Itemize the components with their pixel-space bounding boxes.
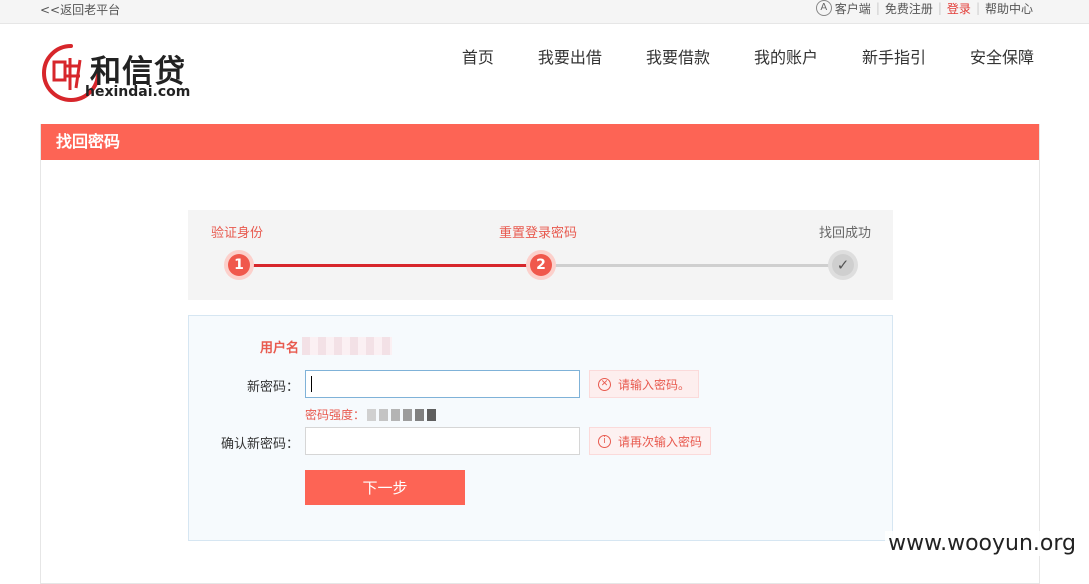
strength-bar <box>367 409 376 421</box>
back-to-old-platform-link[interactable]: <<返回老平台 <box>40 1 120 18</box>
progress-track-todo <box>553 264 843 267</box>
new-password-input[interactable] <box>305 370 580 398</box>
strength-bar <box>379 409 388 421</box>
step-1-marker: 1 <box>224 250 254 280</box>
step-label-success: 找回成功 <box>819 222 871 241</box>
divider: | <box>976 1 980 15</box>
nav-my-account[interactable]: 我的账户 <box>754 44 818 68</box>
step-label-verify: 验证身份 <box>211 222 263 241</box>
error-icon: ✕ <box>598 378 611 391</box>
step-number: 2 <box>530 254 552 276</box>
nav-home[interactable]: 首页 <box>462 44 494 68</box>
step-label-reset: 重置登录密码 <box>499 222 577 241</box>
logo-domain: hexindai.com <box>85 84 190 100</box>
help-center-link[interactable]: 帮助中心 <box>985 0 1033 17</box>
new-password-hint: ✕ 请输入密码。 <box>589 370 699 398</box>
strength-label: 密码强度： <box>305 406 365 423</box>
top-bar: <<返回老平台 A 客户端 | 免费注册 | 登录 | 帮助中心 <box>0 0 1089 24</box>
checkmark-icon: ✓ <box>832 254 854 276</box>
recover-password-panel: 找回密码 验证身份 重置登录密码 找回成功 1 2 ✓ 用户名 新密码： ✕ 请… <box>40 124 1040 584</box>
new-password-label: 新密码： <box>189 376 299 395</box>
info-icon: i <box>598 435 611 448</box>
reset-password-form: 用户名 新密码： ✕ 请输入密码。 密码强度： 确认新密码： i 请再次输入密码… <box>188 315 893 541</box>
strength-bar <box>391 409 400 421</box>
register-link[interactable]: 免费注册 <box>885 0 933 17</box>
watermark: www.wooyun.org <box>885 531 1079 556</box>
confirm-password-hint-text: 请再次输入密码 <box>618 433 702 450</box>
nav-beginner-guide[interactable]: 新手指引 <box>862 44 926 68</box>
confirm-password-input[interactable] <box>305 427 580 455</box>
progress-track-done <box>238 264 542 267</box>
strength-bar <box>403 409 412 421</box>
strength-meter <box>367 409 439 421</box>
step-number: 1 <box>228 254 250 276</box>
next-step-button[interactable]: 下一步 <box>305 470 465 505</box>
header: 和信贷 hexindai.com 首页 我要出借 我要借款 我的账户 新手指引 … <box>0 24 1089 110</box>
progress-steps: 验证身份 重置登录密码 找回成功 1 2 ✓ <box>188 210 893 300</box>
main-nav: 首页 我要出借 我要借款 我的账户 新手指引 安全保障 <box>418 44 1034 68</box>
divider: | <box>938 1 942 15</box>
new-password-hint-text: 请输入密码。 <box>618 376 690 393</box>
text-cursor <box>311 376 312 392</box>
step-3-marker: ✓ <box>828 250 858 280</box>
logo[interactable]: 和信贷 hexindai.com <box>40 42 230 104</box>
top-links: A 客户端 | 免费注册 | 登录 | 帮助中心 <box>816 0 1033 16</box>
password-strength: 密码强度： <box>305 406 439 423</box>
username-value-redacted <box>302 337 392 355</box>
step-2-marker: 2 <box>526 250 556 280</box>
login-link[interactable]: 登录 <box>947 0 971 17</box>
app-store-icon: A <box>816 0 832 16</box>
divider: | <box>876 1 880 15</box>
confirm-password-hint: i 请再次输入密码 <box>589 427 711 455</box>
nav-security[interactable]: 安全保障 <box>970 44 1034 68</box>
username-label: 用户名 <box>189 337 299 356</box>
client-link[interactable]: 客户端 <box>835 0 871 17</box>
panel-title: 找回密码 <box>41 124 1039 160</box>
strength-bar <box>415 409 424 421</box>
strength-bar <box>427 409 436 421</box>
nav-invest[interactable]: 我要出借 <box>538 44 602 68</box>
nav-borrow[interactable]: 我要借款 <box>646 44 710 68</box>
confirm-password-label: 确认新密码： <box>189 433 299 452</box>
